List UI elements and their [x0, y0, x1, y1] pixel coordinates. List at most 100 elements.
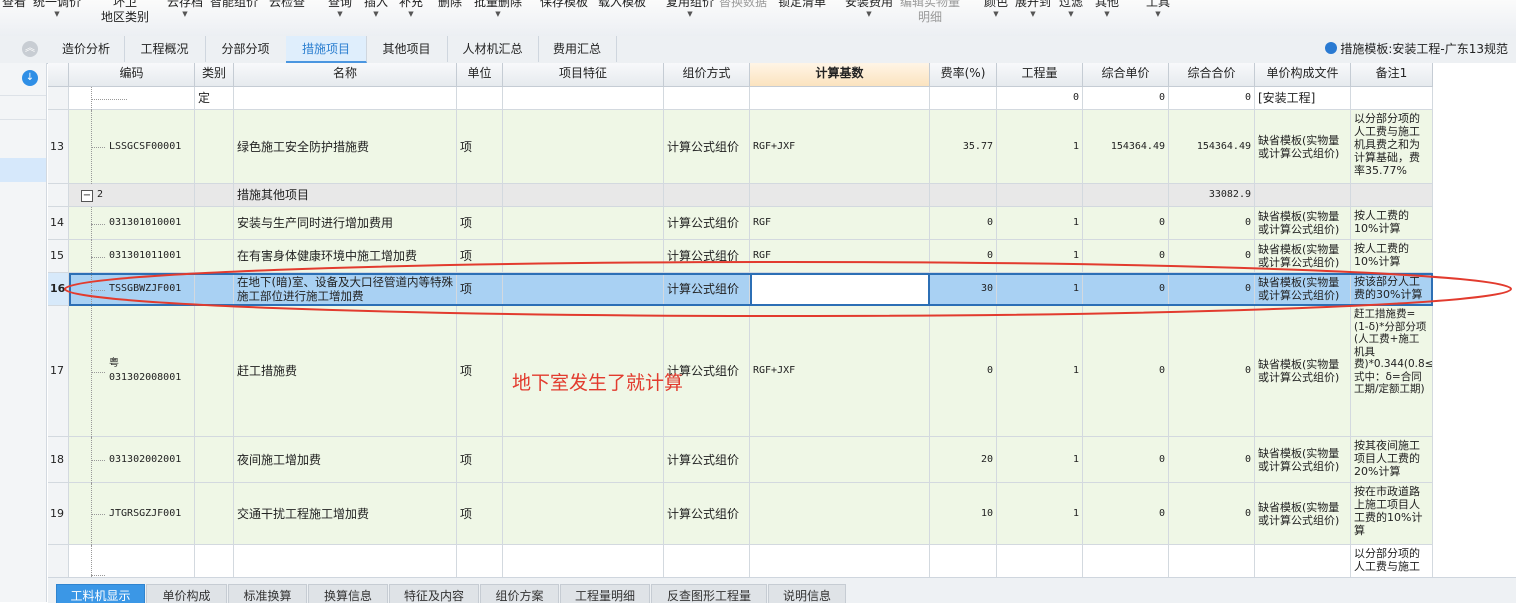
- cell-feature[interactable]: [503, 437, 664, 483]
- cell-unit[interactable]: 项: [457, 483, 503, 545]
- cell-unit[interactable]: 项: [457, 240, 503, 273]
- cell-qty[interactable]: 0: [997, 87, 1083, 110]
- cell-rate[interactable]: 0: [930, 207, 997, 240]
- cell-file[interactable]: 缺省模板(实物量或计算公式组价): [1255, 110, 1351, 184]
- cell-type[interactable]: [195, 306, 234, 437]
- cell-file[interactable]: 缺省模板(实物量或计算公式组价): [1255, 273, 1351, 306]
- cell-note[interactable]: 以分部分项的人工费与施工: [1351, 545, 1433, 577]
- rail-selected-item[interactable]: [0, 158, 46, 182]
- cell-file[interactable]: 缺省模板(实物量或计算公式组价): [1255, 437, 1351, 483]
- cell-price[interactable]: 0: [1083, 240, 1169, 273]
- cell-file[interactable]: 缺省模板(实物量或计算公式组价): [1255, 483, 1351, 545]
- cell-base[interactable]: RGF+JXF: [750, 306, 930, 437]
- bottom-tab-4[interactable]: 特征及内容: [389, 584, 479, 603]
- toolbar-button[interactable]: 批量删除 ▼: [474, 0, 522, 19]
- toolbar-button[interactable]: 展开到 ▼: [1015, 0, 1051, 19]
- toolbar-button[interactable]: 补充 ▼: [399, 0, 423, 19]
- cell-price[interactable]: 0: [1083, 273, 1169, 306]
- cell-name[interactable]: 赶工措施费: [234, 306, 457, 437]
- cell-type[interactable]: [195, 240, 234, 273]
- cell-base[interactable]: [750, 184, 930, 207]
- column-header[interactable]: 综合单价: [1083, 63, 1169, 87]
- toolbar-button[interactable]: 云存档 ▼: [167, 0, 203, 19]
- tab-3[interactable]: 措施项目: [286, 36, 367, 63]
- toolbar-button[interactable]: 坏卫 地区类别: [101, 0, 149, 25]
- cell-name[interactable]: 夜间施工增加费: [234, 437, 457, 483]
- cell-total[interactable]: 0: [1169, 306, 1255, 437]
- cell-rate[interactable]: 0: [930, 240, 997, 273]
- column-header[interactable]: 项目特征: [503, 63, 664, 87]
- cell-rate[interactable]: [930, 545, 997, 577]
- toolbar-button[interactable]: 智能组价: [210, 0, 258, 10]
- bottom-tab-8[interactable]: 说明信息: [768, 584, 846, 603]
- cell-note[interactable]: 按在市政道路上施工项目人工费的10%计算: [1351, 483, 1433, 545]
- cell-feature[interactable]: [503, 240, 664, 273]
- cell-feature[interactable]: [503, 545, 664, 577]
- toolbar-button[interactable]: 查询 ▼: [328, 0, 352, 19]
- cell-name[interactable]: 绿色施工安全防护措施费: [234, 110, 457, 184]
- cell-name[interactable]: 在地下(暗)室、设备及大口径管道内等特殊施工部位进行施工增加费: [234, 273, 457, 306]
- cell-file[interactable]: [安装工程]: [1255, 87, 1351, 110]
- cell-note[interactable]: 按人工费的10%计算: [1351, 207, 1433, 240]
- expand-down-icon[interactable]: ↓: [22, 70, 38, 86]
- cell-code[interactable]: 031301010001: [69, 207, 195, 240]
- toolbar-button[interactable]: 工具 ▼: [1146, 0, 1170, 19]
- cell-rate[interactable]: 20: [930, 437, 997, 483]
- cell-type[interactable]: [195, 483, 234, 545]
- toolbar-button[interactable]: 载入模板: [598, 0, 646, 10]
- toolbar-button[interactable]: 编辑实物量 明细: [900, 0, 960, 25]
- cell-feature[interactable]: [503, 184, 664, 207]
- toolbar-button[interactable]: 查看: [2, 0, 26, 10]
- cell-file[interactable]: 缺省模板(实物量或计算公式组价): [1255, 240, 1351, 273]
- cell-file[interactable]: [1255, 184, 1351, 207]
- cell-type[interactable]: [195, 207, 234, 240]
- cell-price[interactable]: [1083, 545, 1169, 577]
- cell-file[interactable]: [1255, 545, 1351, 577]
- cell-method[interactable]: 计算公式组价: [664, 437, 750, 483]
- cell-qty[interactable]: 1: [997, 207, 1083, 240]
- cell-unit[interactable]: 项: [457, 110, 503, 184]
- cell-total[interactable]: 0: [1169, 87, 1255, 110]
- cell-rate[interactable]: [930, 184, 997, 207]
- cell-name[interactable]: 安装与生产同时进行增加费用: [234, 207, 457, 240]
- cell-total[interactable]: 0: [1169, 437, 1255, 483]
- column-header[interactable]: 单价构成文件: [1255, 63, 1351, 87]
- cell-price[interactable]: 154364.49: [1083, 110, 1169, 184]
- toolbar-button[interactable]: 删除: [438, 0, 462, 10]
- cell-qty[interactable]: [997, 184, 1083, 207]
- cell-code[interactable]: [69, 87, 195, 110]
- tab-5[interactable]: 人材机汇总: [447, 36, 539, 62]
- cell-price[interactable]: 0: [1083, 87, 1169, 110]
- column-header[interactable]: 工程量: [997, 63, 1083, 87]
- cell-code[interactable]: 031301011001: [69, 240, 195, 273]
- cell-type[interactable]: [195, 437, 234, 483]
- cell-feature[interactable]: [503, 483, 664, 545]
- toolbar-button[interactable]: 云检查: [269, 0, 305, 10]
- cell-type[interactable]: [195, 545, 234, 577]
- tab-1[interactable]: 工程概况: [124, 36, 206, 62]
- toolbar-button[interactable]: 过滤 ▼: [1059, 0, 1083, 19]
- column-header[interactable]: 编码: [69, 63, 195, 87]
- cell-unit[interactable]: 项: [457, 273, 503, 306]
- cell-base[interactable]: [750, 437, 930, 483]
- cell-price[interactable]: [1083, 184, 1169, 207]
- cell-base[interactable]: [750, 87, 930, 110]
- cell-note[interactable]: 按该部分人工费的30%计算: [1351, 273, 1433, 306]
- cell-code[interactable]: LSSGCSF00001: [69, 110, 195, 184]
- cell-price[interactable]: 0: [1083, 207, 1169, 240]
- cell-rate[interactable]: 10: [930, 483, 997, 545]
- cell-unit[interactable]: 项: [457, 207, 503, 240]
- cell-file[interactable]: 缺省模板(实物量或计算公式组价): [1255, 306, 1351, 437]
- cell-unit[interactable]: [457, 545, 503, 577]
- tab-6[interactable]: 费用汇总: [538, 36, 617, 62]
- cell-base[interactable]: [750, 483, 930, 545]
- cell-feature[interactable]: [503, 110, 664, 184]
- collapse-up-icon[interactable]: ︽: [22, 41, 38, 57]
- cell-unit[interactable]: 项: [457, 306, 503, 437]
- cell-method[interactable]: [664, 87, 750, 110]
- bottom-tab-6[interactable]: 工程量明细: [560, 584, 650, 603]
- cell-note[interactable]: [1351, 87, 1433, 110]
- toolbar-button[interactable]: 替换数据: [719, 0, 767, 10]
- cell-qty[interactable]: 1: [997, 306, 1083, 437]
- bottom-tab-1[interactable]: 单价构成: [146, 584, 227, 603]
